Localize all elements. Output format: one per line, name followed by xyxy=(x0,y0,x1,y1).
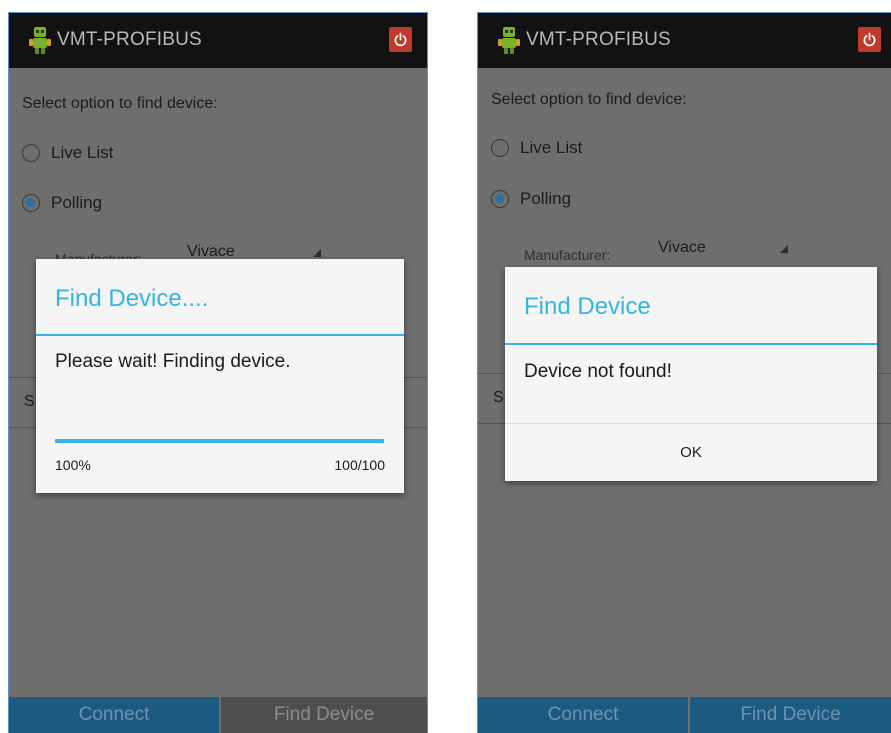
dialog-title: Find Device xyxy=(524,293,651,320)
radio-button[interactable] xyxy=(491,139,509,157)
radio-live-list[interactable]: Live List xyxy=(491,136,582,160)
obscured-label: S xyxy=(493,389,504,406)
connect-button[interactable]: Connect xyxy=(9,697,219,733)
dialog-title: Find Device.... xyxy=(55,285,209,312)
radio-button[interactable] xyxy=(491,190,509,208)
dialog-divider xyxy=(505,343,877,345)
ok-button[interactable]: OK xyxy=(505,424,877,481)
power-button[interactable] xyxy=(389,27,412,52)
find-option-prompt: Select option to find device: xyxy=(491,91,687,108)
radio-button[interactable] xyxy=(22,144,40,162)
manufacturer-label: Manufacturer: xyxy=(524,247,611,263)
find-option-prompt: Select option to find device: xyxy=(22,95,218,112)
power-button[interactable] xyxy=(858,27,881,52)
bottom-bar: Connect Find Device xyxy=(9,697,427,733)
radio-polling[interactable]: Polling xyxy=(22,191,102,215)
alert-dialog: Find Device Device not found! OK xyxy=(505,267,877,481)
bottom-bar: Connect Find Device xyxy=(478,697,891,733)
radio-live-list[interactable]: Live List xyxy=(22,141,113,165)
action-bar: VMT-PROFIBUS xyxy=(9,13,427,68)
find-device-button[interactable]: Find Device xyxy=(690,697,891,733)
app-title: VMT-PROFIBUS xyxy=(57,29,202,50)
radio-label: Live List xyxy=(520,138,583,157)
obscured-label: S xyxy=(24,393,35,410)
app-title: VMT-PROFIBUS xyxy=(526,29,671,50)
robot-logo-icon xyxy=(29,25,51,55)
power-icon xyxy=(394,32,407,47)
dialog-divider xyxy=(36,334,404,336)
spinner-arrow-icon xyxy=(780,245,788,253)
power-icon xyxy=(863,32,876,47)
radio-label: Polling xyxy=(520,189,572,208)
radio-polling[interactable]: Polling xyxy=(491,187,571,211)
manufacturer-spinner[interactable]: Vivace xyxy=(658,239,706,257)
spinner-arrow-icon xyxy=(313,249,321,257)
progress-dialog: Find Device.... Please wait! Finding dev… xyxy=(36,259,404,493)
find-device-button[interactable]: Find Device xyxy=(221,697,427,733)
action-bar: VMT-PROFIBUS xyxy=(478,13,891,68)
radio-label: Polling xyxy=(51,193,103,212)
progress-bar xyxy=(55,439,384,443)
progress-count: 100/100 xyxy=(334,457,385,473)
radio-button[interactable] xyxy=(22,194,40,212)
radio-label: Live List xyxy=(51,143,114,162)
dialog-message: Device not found! xyxy=(524,361,672,382)
phone-screen-finding: VMT-PROFIBUS Select option to find devic… xyxy=(8,12,428,733)
connect-button[interactable]: Connect xyxy=(478,697,688,733)
phone-screen-not-found: VMT-PROFIBUS Select option to find devic… xyxy=(477,12,891,733)
manufacturer-row: Manufacturer: xyxy=(524,247,610,265)
dialog-message: Please wait! Finding device. xyxy=(55,351,291,372)
robot-logo-icon xyxy=(498,25,520,55)
progress-percent: 100% xyxy=(55,457,91,473)
